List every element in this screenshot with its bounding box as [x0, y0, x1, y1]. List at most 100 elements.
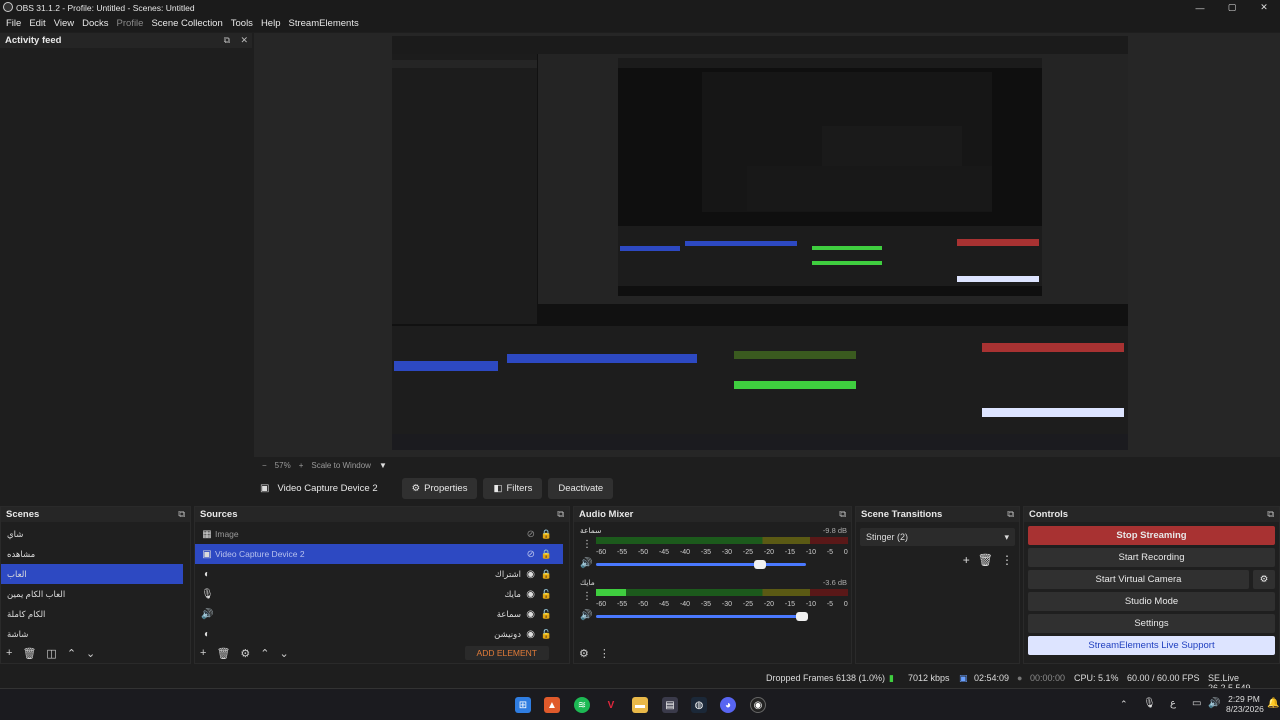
mic-tray-icon[interactable]: 🎙: [1143, 698, 1156, 709]
menu-help[interactable]: Help: [257, 18, 285, 29]
valorant-icon[interactable]: V: [603, 697, 619, 713]
hidden-eye-icon[interactable]: ⊘: [527, 549, 535, 560]
scale-mode[interactable]: Scale to Window: [311, 461, 371, 470]
menu-scene-collection[interactable]: Scene Collection: [147, 18, 226, 29]
source-item-video-capture[interactable]: ▣ Video Capture Device 2 ⊘ 🔒: [195, 544, 563, 564]
remove-source-icon[interactable]: 🗑: [216, 647, 230, 660]
move-down-icon[interactable]: ⌄: [280, 647, 289, 660]
deactivate-button[interactable]: Deactivate: [548, 477, 614, 499]
scene-item[interactable]: الكام كاملة: [1, 604, 183, 624]
unlock-icon[interactable]: 🔓: [541, 609, 552, 620]
settings-button[interactable]: Settings: [1028, 614, 1275, 633]
stream-icon: ▣: [959, 673, 968, 683]
zoom-in-icon[interactable]: +: [299, 461, 304, 470]
lock-icon[interactable]: 🔒: [541, 569, 552, 580]
gear-icon[interactable]: ⚙: [1253, 570, 1275, 589]
kebab-menu-icon[interactable]: ⋮: [1001, 553, 1013, 567]
source-properties-icon[interactable]: ⚙: [240, 647, 250, 660]
scene-item[interactable]: مشاهده: [1, 544, 183, 564]
maximize-button[interactable]: ▢: [1216, 0, 1248, 15]
speaker-icon[interactable]: 🔊: [580, 610, 592, 621]
eye-icon[interactable]: ◉: [526, 569, 535, 580]
notification-bell-icon[interactable]: 🔔: [1267, 698, 1279, 709]
volume-slider[interactable]: [596, 612, 808, 621]
menu-docks[interactable]: Docks: [78, 18, 112, 29]
scene-item-selected[interactable]: العاب: [1, 564, 183, 584]
volume-icon[interactable]: 🔊: [1208, 698, 1220, 709]
preview-area[interactable]: [254, 33, 1280, 457]
source-item-mic[interactable]: 🎙 مايك ◉ 🔓: [195, 584, 563, 604]
obs-icon[interactable]: ◉: [750, 697, 766, 713]
source-item-speaker[interactable]: 🔊 سماعة ◉ 🔓: [195, 604, 563, 624]
spotify-icon[interactable]: ≋: [574, 697, 590, 713]
remove-transition-icon[interactable]: 🗑: [978, 553, 993, 567]
menu-file[interactable]: File: [2, 18, 25, 29]
menu-streamelements[interactable]: StreamElements: [284, 18, 362, 29]
brave-browser-icon[interactable]: ▲: [544, 697, 560, 713]
move-down-icon[interactable]: ⌄: [86, 647, 95, 660]
scene-item[interactable]: العاب الكام يمين: [1, 584, 183, 604]
steam-icon[interactable]: ◍: [691, 697, 707, 713]
zoom-out-icon[interactable]: −: [262, 461, 267, 470]
minimize-button[interactable]: —: [1184, 0, 1216, 15]
float-icon[interactable]: ⧉: [557, 509, 564, 520]
studio-mode-button[interactable]: Studio Mode: [1028, 592, 1275, 611]
live-support-button[interactable]: StreamElements Live Support: [1028, 636, 1275, 655]
windows-start-icon[interactable]: ⊞: [515, 697, 531, 713]
discord-icon[interactable]: ◕: [720, 697, 736, 713]
move-up-icon[interactable]: ⌃: [67, 647, 76, 660]
add-transition-icon[interactable]: +: [963, 553, 970, 567]
stop-streaming-button[interactable]: Stop Streaming: [1028, 526, 1275, 545]
move-up-icon[interactable]: ⌃: [260, 647, 269, 660]
eye-icon[interactable]: ◉: [526, 629, 535, 640]
properties-button[interactable]: ⚙ Properties: [401, 477, 478, 499]
scene-item[interactable]: شاي: [1, 524, 183, 544]
scene-filters-icon[interactable]: ◫: [46, 647, 56, 660]
remove-scene-icon[interactable]: 🗑: [22, 647, 36, 660]
float-icon[interactable]: ⧉: [839, 509, 846, 520]
unlock-icon[interactable]: 🔓: [541, 629, 552, 640]
menu-tools[interactable]: Tools: [227, 18, 257, 29]
float-icon[interactable]: ⧉: [1007, 509, 1014, 520]
menu-view[interactable]: View: [50, 18, 78, 29]
hidden-eye-icon[interactable]: ⊘: [527, 529, 535, 540]
filters-button[interactable]: ◧ Filters: [483, 477, 543, 499]
unlock-icon[interactable]: 🔓: [541, 589, 552, 600]
start-virtual-camera-button[interactable]: Start Virtual Camera: [1028, 570, 1249, 589]
folder-icon[interactable]: ▬: [632, 697, 648, 713]
menu-edit[interactable]: Edit: [25, 18, 49, 29]
lock-icon[interactable]: 🔒: [541, 549, 552, 560]
start-recording-button[interactable]: Start Recording: [1028, 548, 1275, 567]
volume-slider[interactable]: [596, 560, 806, 569]
kebab-menu-icon[interactable]: ⋮: [599, 647, 610, 660]
chevron-down-icon[interactable]: ▼: [379, 461, 387, 470]
add-element-button[interactable]: ADD ELEMENT: [464, 646, 549, 660]
tray-chevron-icon[interactable]: ⌃: [1120, 699, 1128, 710]
add-source-icon[interactable]: +: [200, 647, 206, 659]
scene-item[interactable]: شاشة: [1, 624, 183, 644]
source-item-donation[interactable]: ◐ دونيشن ◉ 🔓: [195, 624, 563, 644]
kebab-menu-icon[interactable]: ⋮: [582, 591, 592, 602]
eye-icon[interactable]: ◉: [526, 609, 535, 620]
lock-icon[interactable]: 🔒: [541, 529, 552, 540]
transition-select[interactable]: Stinger (2) ▾: [860, 528, 1015, 546]
volume-knob[interactable]: [753, 560, 766, 569]
close-button[interactable]: ✕: [1248, 0, 1280, 15]
store-icon[interactable]: ▤: [662, 697, 678, 713]
source-item-browser[interactable]: ◐ اشتراك ◉ 🔒: [195, 564, 563, 584]
close-icon[interactable]: ✕: [240, 35, 248, 46]
float-icon[interactable]: ⧉: [178, 509, 185, 520]
source-item-image[interactable]: ▦ Image ⊘ 🔒: [195, 524, 563, 544]
menu-profile[interactable]: Profile: [113, 18, 148, 29]
speaker-icon[interactable]: 🔊: [580, 558, 592, 569]
network-icon[interactable]: ▭: [1192, 698, 1201, 709]
float-icon[interactable]: ⧉: [1267, 509, 1274, 520]
eye-icon[interactable]: ◉: [526, 589, 535, 600]
mixer-settings-icon[interactable]: ⚙: [579, 647, 589, 660]
clock[interactable]: 2:29 PM 8/23/2026: [1226, 694, 1264, 714]
kebab-menu-icon[interactable]: ⋮: [582, 539, 592, 550]
volume-knob[interactable]: [795, 612, 808, 621]
language-indicator[interactable]: ع: [1170, 698, 1176, 709]
float-icon[interactable]: ⧉: [224, 35, 230, 46]
add-scene-icon[interactable]: +: [6, 647, 12, 659]
